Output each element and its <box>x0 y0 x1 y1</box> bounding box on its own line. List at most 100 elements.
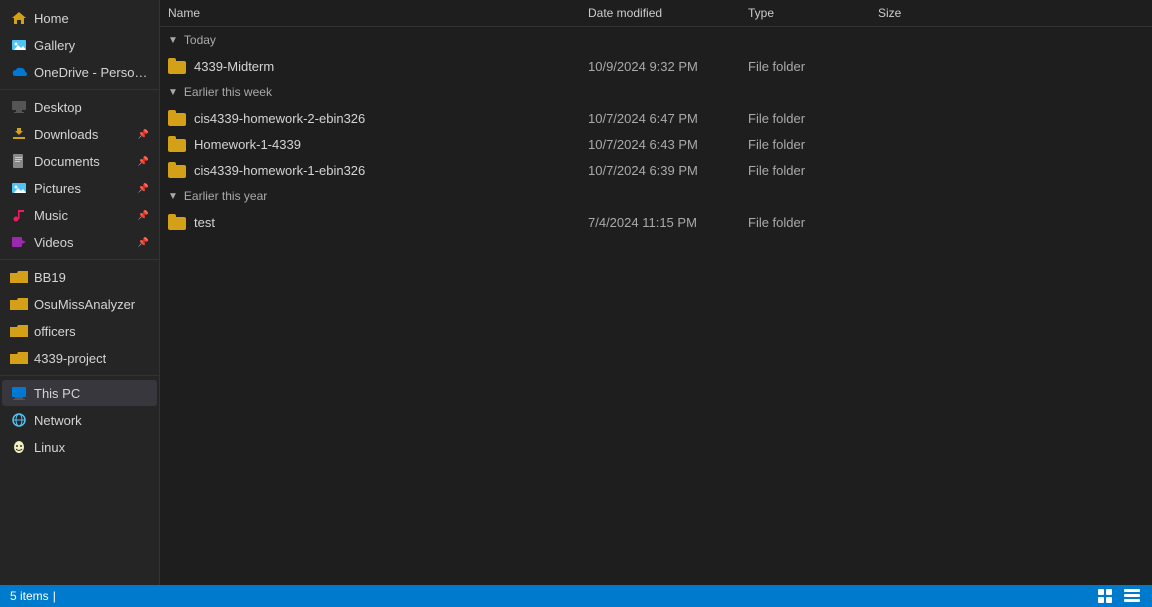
sidebar-label-osumissanalyzer: OsuMissAnalyzer <box>34 297 135 312</box>
sidebar-label-thispc: This PC <box>34 386 80 401</box>
file-date: 10/7/2024 6:43 PM <box>580 135 740 154</box>
folder-icon <box>168 110 188 126</box>
sidebar-label-onedrive: OneDrive - Personal <box>34 65 149 80</box>
chevron-icon-earlier-this-year: ▼ <box>168 191 178 202</box>
sidebar-label-linux: Linux <box>34 440 65 455</box>
folder-icon <box>168 214 188 230</box>
sidebar-item-videos[interactable]: Videos📌 <box>2 229 157 255</box>
sidebar: Home Gallery OneDrive - Personal Desktop Dow… <box>0 0 160 585</box>
thispc-icon <box>10 384 28 402</box>
sidebar-item-officers[interactable]: officers <box>2 318 157 344</box>
osumissanalyzer-icon <box>10 295 28 313</box>
file-size <box>870 220 970 224</box>
sidebar-divider <box>0 375 159 376</box>
sidebar-label-gallery: Gallery <box>34 38 75 53</box>
sidebar-item-thispc[interactable]: This PC <box>2 380 157 406</box>
main-container: Home Gallery OneDrive - Personal Desktop Dow… <box>0 0 1152 585</box>
videos-icon <box>10 233 28 251</box>
sidebar-label-documents: Documents <box>34 154 100 169</box>
file-name-cell: Homework-1-4339 <box>160 134 580 154</box>
sidebar-item-bb19[interactable]: BB19 <box>2 264 157 290</box>
file-date: 10/7/2024 6:39 PM <box>580 161 740 180</box>
sidebar-label-downloads: Downloads <box>34 127 98 142</box>
file-size <box>870 116 970 120</box>
file-name-cell: cis4339-homework-2-ebin326 <box>160 108 580 128</box>
gallery-icon <box>10 36 28 54</box>
group-header-earlier-this-week[interactable]: ▼ Earlier this week <box>160 79 1152 105</box>
pin-icon-videos: 📌 <box>138 237 149 248</box>
folder-icon <box>168 136 188 152</box>
sidebar-item-home[interactable]: Home <box>2 5 157 31</box>
desktop-icon <box>10 98 28 116</box>
sidebar-label-pictures: Pictures <box>34 181 81 196</box>
sidebar-divider <box>0 89 159 90</box>
sidebar-item-linux[interactable]: Linux <box>2 434 157 460</box>
file-size <box>870 142 970 146</box>
sidebar-item-gallery[interactable]: Gallery <box>2 32 157 58</box>
file-row[interactable]: test 7/4/2024 11:15 PMFile folder <box>160 209 1152 235</box>
pin-icon-pictures: 📌 <box>138 183 149 194</box>
sidebar-divider <box>0 259 159 260</box>
file-name-cell: cis4339-homework-1-ebin326 <box>160 160 580 180</box>
chevron-icon-today: ▼ <box>168 35 178 46</box>
list-view-icon[interactable] <box>1122 588 1142 604</box>
status-bar: 5 items | <box>0 585 1152 607</box>
documents-icon <box>10 152 28 170</box>
sidebar-item-network[interactable]: Network <box>2 407 157 433</box>
group-header-earlier-this-year[interactable]: ▼Earlier this year <box>160 183 1152 209</box>
home-icon <box>10 9 28 27</box>
file-name: test <box>194 215 215 230</box>
status-left: 5 items | <box>10 589 56 603</box>
file-name: 4339-Midterm <box>194 59 274 74</box>
file-list-header: Name Date modified Type Size <box>160 0 1152 27</box>
status-separator: | <box>53 589 56 603</box>
pin-icon-documents: 📌 <box>138 156 149 167</box>
sidebar-label-4339-project: 4339-project <box>34 351 106 366</box>
file-type: File folder <box>740 135 870 154</box>
music-icon <box>10 206 28 224</box>
file-row[interactable]: 4339-Midterm10/9/2024 9:32 PMFile folder <box>160 53 1152 79</box>
sidebar-item-onedrive[interactable]: OneDrive - Personal <box>2 59 157 85</box>
downloads-icon <box>10 125 28 143</box>
sidebar-label-desktop: Desktop <box>34 100 82 115</box>
file-type: File folder <box>740 161 870 180</box>
file-name: cis4339-homework-2-ebin326 <box>194 111 365 126</box>
column-header-date[interactable]: Date modified <box>580 4 740 22</box>
group-header-today[interactable]: ▼Today <box>160 27 1152 53</box>
pin-icon-downloads: 📌 <box>138 129 149 140</box>
sidebar-item-documents[interactable]: Documents 📌 <box>2 148 157 174</box>
file-row[interactable]: cis4339-homework-1-ebin32610/7/2024 6:39… <box>160 157 1152 183</box>
status-right <box>1096 588 1142 604</box>
item-count: 5 items <box>10 589 49 603</box>
bb19-icon <box>10 268 28 286</box>
sidebar-label-home: Home <box>34 11 69 26</box>
group-label-earlier-this-week: Earlier this week <box>184 85 272 99</box>
sidebar-item-4339-project[interactable]: 4339-project <box>2 345 157 371</box>
column-header-name[interactable]: Name <box>160 4 580 22</box>
sidebar-item-music[interactable]: Music 📌 <box>2 202 157 228</box>
column-header-size[interactable]: Size <box>870 4 970 22</box>
chevron-icon-earlier-this-week: ▼ <box>168 87 178 98</box>
file-date: 7/4/2024 11:15 PM <box>580 213 740 232</box>
file-size <box>870 168 970 172</box>
pin-icon-music: 📌 <box>138 210 149 221</box>
file-row[interactable]: Homework-1-4339 10/7/2024 6:43 PMFile fol… <box>160 131 1152 157</box>
file-size <box>870 64 970 68</box>
file-type: File folder <box>740 57 870 76</box>
sidebar-item-osumissanalyzer[interactable]: OsuMissAnalyzer <box>2 291 157 317</box>
file-type: File folder <box>740 213 870 232</box>
column-header-type[interactable]: Type <box>740 4 870 22</box>
file-name: Homework-1-4339 <box>194 137 301 152</box>
onedrive-icon <box>10 63 28 81</box>
linux-icon <box>10 438 28 456</box>
file-type: File folder <box>740 109 870 128</box>
sidebar-item-desktop[interactable]: Desktop <box>2 94 157 120</box>
4339-project-icon <box>10 349 28 367</box>
sidebar-label-network: Network <box>34 413 82 428</box>
file-row[interactable]: cis4339-homework-2-ebin32610/7/2024 6:47… <box>160 105 1152 131</box>
sidebar-item-pictures[interactable]: Pictures 📌 <box>2 175 157 201</box>
content-area: Name Date modified Type Size ▼Today4339-… <box>160 0 1152 585</box>
sidebar-label-music: Music <box>34 208 68 223</box>
grid-view-icon[interactable] <box>1096 588 1116 604</box>
sidebar-item-downloads[interactable]: Downloads 📌 <box>2 121 157 147</box>
